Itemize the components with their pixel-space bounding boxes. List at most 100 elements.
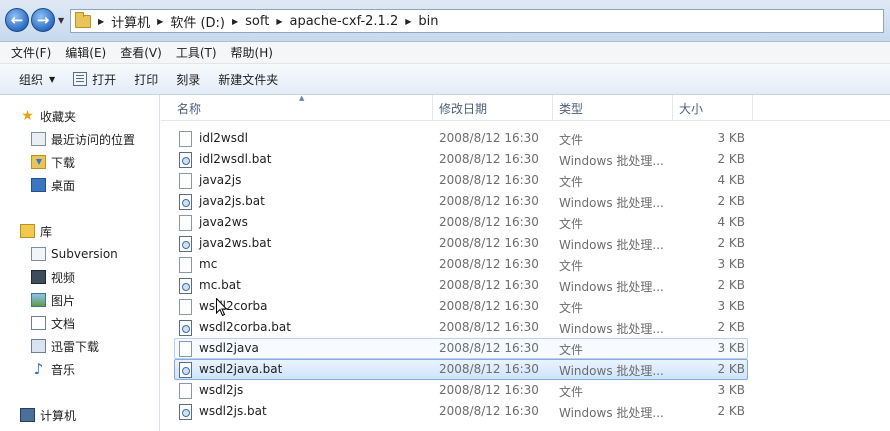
column-type[interactable]: 类型	[553, 95, 673, 121]
breadcrumb[interactable]: ▶ 计算机 ▶ 软件 (D:) ▶ soft ▶ apache-cxf-2.1.…	[70, 9, 884, 33]
file-row[interactable]: mc 2008/8/12 16:30 文件 3 KB	[174, 254, 748, 275]
file-date-modified: 2008/8/12 16:30	[439, 257, 539, 271]
file-row[interactable]: wsdl2js.bat 2008/8/12 16:30 Windows 批处理...…	[174, 401, 748, 422]
file-row[interactable]: wsdl2corba.bat 2008/8/12 16:30 Windows 批处理…	[174, 317, 748, 338]
breadcrumb-apache-cxf[interactable]: apache-cxf-2.1.2	[289, 14, 398, 29]
file-type: Windows 批处理...	[559, 322, 664, 336]
file-type: Windows 批处理...	[559, 280, 664, 294]
file-date-modified: 2008/8/12 16:30	[439, 131, 539, 145]
file-type: Windows 批处理...	[559, 406, 664, 420]
file-type: Windows 批处理...	[559, 196, 664, 210]
file-icon	[179, 173, 192, 189]
nav-computer[interactable]: 计算机	[20, 405, 76, 425]
file-row[interactable]: wsdl2corba 2008/8/12 16:30 文件 3 KB	[174, 296, 748, 317]
column-name[interactable]: 名称	[171, 95, 433, 121]
desktop-icon	[31, 178, 46, 192]
breadcrumb-computer[interactable]: 计算机	[111, 12, 150, 31]
subversion-icon	[31, 247, 46, 261]
file-row[interactable]: java2ws 2008/8/12 16:30 文件 4 KB	[174, 212, 748, 233]
nav-videos[interactable]: 视频	[31, 267, 75, 287]
nav-desktop[interactable]: 桌面	[31, 175, 75, 195]
download-folder-icon	[31, 155, 46, 169]
file-size: 2 KB	[717, 152, 745, 166]
file-date-modified: 2008/8/12 16:30	[439, 320, 539, 334]
nav-libraries[interactable]: 库	[20, 221, 52, 241]
chevron-right-icon[interactable]: ▶	[157, 17, 163, 26]
column-size[interactable]: 大小	[673, 95, 753, 121]
file-name: wsdl2corba.bat	[199, 320, 291, 334]
chevron-right-icon[interactable]: ▶	[98, 17, 104, 26]
chevron-right-icon[interactable]: ▶	[405, 17, 411, 26]
file-type: Windows 批处理...	[559, 364, 664, 378]
burn-button[interactable]: 刻录	[167, 67, 209, 91]
open-button[interactable]: 打开	[64, 67, 125, 91]
organize-button[interactable]: 组织 ▼	[10, 67, 64, 91]
batch-file-icon	[179, 278, 192, 294]
breadcrumb-soft[interactable]: soft	[245, 14, 269, 29]
history-chevron-down-icon[interactable]: ▼	[58, 16, 64, 25]
file-row[interactable]: java2js.bat 2008/8/12 16:30 Windows 批处理...…	[174, 191, 748, 212]
file-row[interactable]: mc.bat 2008/8/12 16:30 Windows 批处理... 2 KB	[174, 275, 748, 296]
batch-file-icon	[179, 152, 192, 168]
file-name: mc	[199, 257, 218, 271]
back-arrow-icon[interactable]: ←	[5, 8, 29, 32]
nav-downloads-label: 下载	[51, 155, 76, 170]
file-type: 文件	[559, 301, 584, 315]
file-name: java2js.bat	[199, 194, 265, 208]
nav-pictures-label: 图片	[51, 293, 76, 308]
menu-file[interactable]: 文件(F)	[4, 44, 58, 61]
file-size: 4 KB	[717, 173, 745, 187]
nav-downloads[interactable]: 下载	[31, 152, 75, 172]
nav-pictures[interactable]: 图片	[31, 290, 75, 310]
file-name: wsdl2corba	[199, 299, 268, 313]
file-size: 2 KB	[717, 404, 745, 418]
breadcrumb-drive-d[interactable]: 软件 (D:)	[170, 12, 225, 31]
document-icon	[31, 316, 46, 330]
file-name: wsdl2java	[199, 341, 259, 355]
nav-recent-places[interactable]: 最近访问的位置	[31, 129, 135, 149]
file-list: ▲ 名称 修改日期 类型 大小 idl2wsdl 2008/8/12 16:30 文…	[161, 95, 890, 431]
file-row[interactable]: wsdl2java 2008/8/12 16:30 文件 3 KB	[174, 338, 748, 359]
batch-file-icon	[179, 320, 192, 336]
nav-favorites[interactable]: ★ 收藏夹	[20, 106, 76, 126]
print-button[interactable]: 打印	[125, 67, 167, 91]
nav-thunder-downloads[interactable]: 迅雷下载	[31, 336, 99, 356]
file-size: 3 KB	[717, 299, 745, 313]
nav-music[interactable]: ♪ 音乐	[31, 359, 75, 379]
open-label: 打开	[92, 72, 117, 87]
menu-help[interactable]: 帮助(H)	[224, 44, 280, 61]
file-row[interactable]: idl2wsdl.bat 2008/8/12 16:30 Windows 批处理..…	[174, 149, 748, 170]
file-date-modified: 2008/8/12 16:30	[439, 341, 539, 355]
forward-arrow-icon[interactable]: →	[31, 8, 55, 32]
video-icon	[31, 270, 46, 284]
breadcrumb-bin[interactable]: bin	[418, 14, 438, 29]
file-row[interactable]: java2ws.bat 2008/8/12 16:30 Windows 批处理...…	[174, 233, 748, 254]
file-name: wsdl2java.bat	[199, 362, 283, 376]
file-row[interactable]: wsdl2java.bat 2008/8/12 16:30 Windows 批处理.…	[174, 359, 748, 380]
column-date-modified[interactable]: 修改日期	[433, 95, 553, 121]
column-header: ▲ 名称 修改日期 类型 大小	[161, 95, 890, 121]
batch-file-icon	[179, 194, 192, 210]
thunder-download-icon	[31, 339, 46, 353]
file-size: 3 KB	[717, 131, 745, 145]
file-name: java2ws.bat	[199, 236, 272, 250]
menu-view[interactable]: 查看(V)	[113, 44, 169, 61]
file-row[interactable]: wsdl2js 2008/8/12 16:30 文件 3 KB	[174, 380, 748, 401]
chevron-down-icon: ▼	[49, 74, 56, 84]
computer-icon	[20, 408, 35, 422]
nav-subversion[interactable]: Subversion	[31, 244, 118, 264]
file-icon	[179, 299, 192, 315]
nav-documents[interactable]: 文档	[31, 313, 75, 333]
file-size: 2 KB	[717, 362, 745, 376]
menu-tools[interactable]: 工具(T)	[169, 44, 224, 61]
file-type: 文件	[559, 133, 584, 147]
menu-edit[interactable]: 编辑(E)	[58, 44, 113, 61]
file-row[interactable]: idl2wsdl 2008/8/12 16:30 文件 3 KB	[174, 128, 748, 149]
folder-icon	[75, 11, 91, 28]
chevron-right-icon[interactable]: ▶	[276, 17, 282, 26]
file-size: 4 KB	[717, 215, 745, 229]
new-folder-button[interactable]: 新建文件夹	[209, 67, 287, 91]
batch-file-icon	[179, 236, 192, 252]
file-row[interactable]: java2js 2008/8/12 16:30 文件 4 KB	[174, 170, 748, 191]
chevron-right-icon[interactable]: ▶	[232, 17, 238, 26]
